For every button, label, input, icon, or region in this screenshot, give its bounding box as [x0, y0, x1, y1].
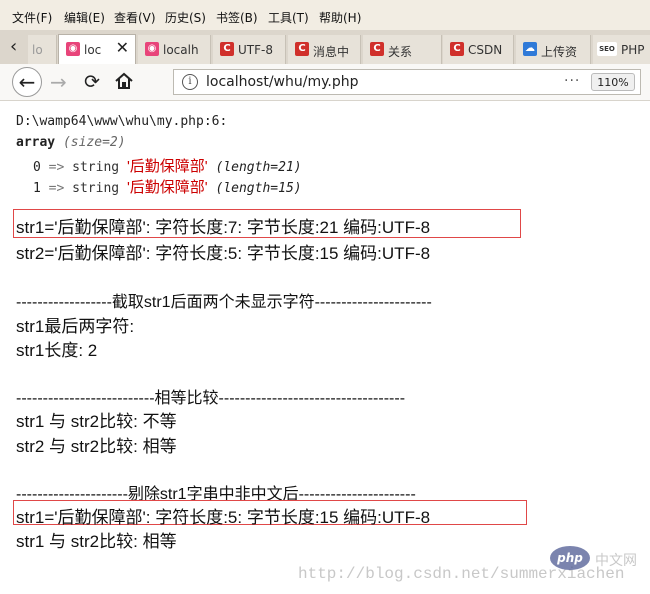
tab-label: loc	[84, 43, 102, 57]
tab-label: PHP	[621, 43, 645, 57]
tab-messages[interactable]: C 消息中	[288, 35, 361, 64]
tab-label: UTF-8	[238, 43, 273, 57]
home-icon[interactable]	[114, 71, 134, 91]
section-divider-compare: --------------------------相等比较----------…	[16, 390, 406, 407]
tab-label: localh	[163, 43, 199, 57]
array-keyword: array	[16, 135, 56, 150]
output-last-two-chars: str1最后两字符:	[16, 317, 135, 336]
csdn-icon: C	[220, 42, 234, 56]
row-value: '后勤保障部'	[126, 158, 208, 175]
tab-site-icon: ◉	[66, 42, 80, 56]
forward-button[interactable]: →	[50, 71, 67, 93]
tab-upload[interactable]: ☁ 上传资	[516, 35, 591, 64]
zoom-level[interactable]: 110%	[591, 73, 635, 91]
url-text[interactable]: localhost/whu/my.php	[206, 74, 359, 90]
row-index: 1	[33, 181, 41, 196]
menu-help[interactable]: 帮助(H)	[319, 11, 361, 25]
tab-site-icon: ◉	[145, 42, 159, 56]
menu-bar: 文件(F) 编辑(E) 查看(V) 历史(S) 书签(B) 工具(T) 帮助(H…	[0, 0, 650, 30]
row-length: (length=15)	[215, 181, 302, 196]
xdebug-path: D:\wamp64\www\whu\my.php:6:	[16, 114, 228, 129]
output-line-str1: str1='后勤保障部': 字符长度:7: 字节长度:21 编码:UTF-8	[16, 218, 431, 237]
xdebug-row: 1 => string '后勤保障部' (length=15)	[33, 176, 302, 197]
row-arrow: =>	[48, 160, 65, 175]
output-compare-3: str1 与 str2比较: 相等	[16, 532, 177, 551]
tab-label: 关系	[388, 45, 413, 59]
xdebug-array-header: array (size=2)	[16, 135, 126, 150]
back-button[interactable]: ←	[12, 67, 42, 97]
tab-active[interactable]: ◉ loc ✕	[58, 34, 136, 66]
tab-label: CSDN	[468, 43, 503, 57]
tab-scroll-left-icon[interactable]: ‹	[10, 38, 24, 56]
tab-close-icon[interactable]: ✕	[116, 40, 129, 56]
php-site-label: 中文网	[595, 553, 637, 569]
csdn-icon: C	[450, 42, 464, 56]
tab-partial[interactable]: lo	[28, 35, 57, 64]
row-value: '后勤保障部'	[126, 179, 208, 196]
tab-label: lo	[32, 43, 43, 57]
php-logo-icon: php	[550, 546, 590, 570]
seo-icon: SEO	[597, 42, 617, 56]
nav-bar: ← → ⟳ i localhost/whu/my.php ··· 110%	[0, 64, 650, 101]
menu-history[interactable]: 历史(S)	[165, 11, 206, 25]
row-arrow: =>	[48, 181, 65, 196]
output-str1-length: str1长度: 2	[16, 341, 98, 360]
tab-php[interactable]: SEO PHP	[593, 35, 650, 64]
output-compare-2: str2 与 str2比较: 相等	[16, 437, 177, 456]
tab-bar: ‹ lo ◉ loc ✕ ◉ localh C UTF-8 C 消息中 C 关系…	[0, 30, 650, 66]
csdn-icon: C	[295, 42, 309, 56]
page-actions-icon[interactable]: ···	[564, 73, 580, 89]
menu-bookmarks[interactable]: 书签(B)	[216, 11, 258, 25]
tab-csdn[interactable]: C CSDN	[443, 35, 514, 64]
csdn-icon: C	[370, 42, 384, 56]
xdebug-row: 0 => string '后勤保障部' (length=21)	[33, 155, 302, 176]
output-compare-1: str1 与 str2比较: 不等	[16, 412, 177, 431]
page-content: D:\wamp64\www\whu\my.php:6: array (size=…	[0, 101, 650, 594]
menu-edit[interactable]: 编辑(E)	[64, 11, 105, 25]
array-size: (size=2)	[62, 135, 126, 150]
tab-label: 上传资	[541, 45, 578, 59]
address-bar[interactable]: i localhost/whu/my.php ··· 110%	[173, 69, 641, 95]
output-line-str1-stripped: str1='后勤保障部': 字符长度:5: 字节长度:15 编码:UTF-8	[16, 508, 431, 527]
tab-relations[interactable]: C 关系	[363, 35, 442, 64]
menu-file[interactable]: 文件(F)	[12, 11, 52, 25]
row-type: string	[72, 160, 120, 175]
info-icon[interactable]: i	[182, 74, 198, 90]
cloud-icon: ☁	[523, 42, 537, 56]
reload-button[interactable]: ⟳	[84, 71, 100, 93]
row-index: 0	[33, 160, 41, 175]
tab-utf8[interactable]: C UTF-8	[213, 35, 286, 64]
menu-view[interactable]: 查看(V)	[114, 11, 156, 25]
row-type: string	[72, 181, 120, 196]
menu-tools[interactable]: 工具(T)	[268, 11, 309, 25]
row-length: (length=21)	[215, 160, 302, 175]
arrow-left-icon: ←	[18, 70, 36, 94]
tab-localhost[interactable]: ◉ localh	[138, 35, 211, 64]
output-line-str2: str2='后勤保障部': 字符长度:5: 字节长度:15 编码:UTF-8	[16, 244, 431, 263]
tab-label: 消息中	[313, 45, 350, 59]
section-divider-substr: ------------------截取str1后面两个未显示字符-------…	[16, 294, 432, 311]
